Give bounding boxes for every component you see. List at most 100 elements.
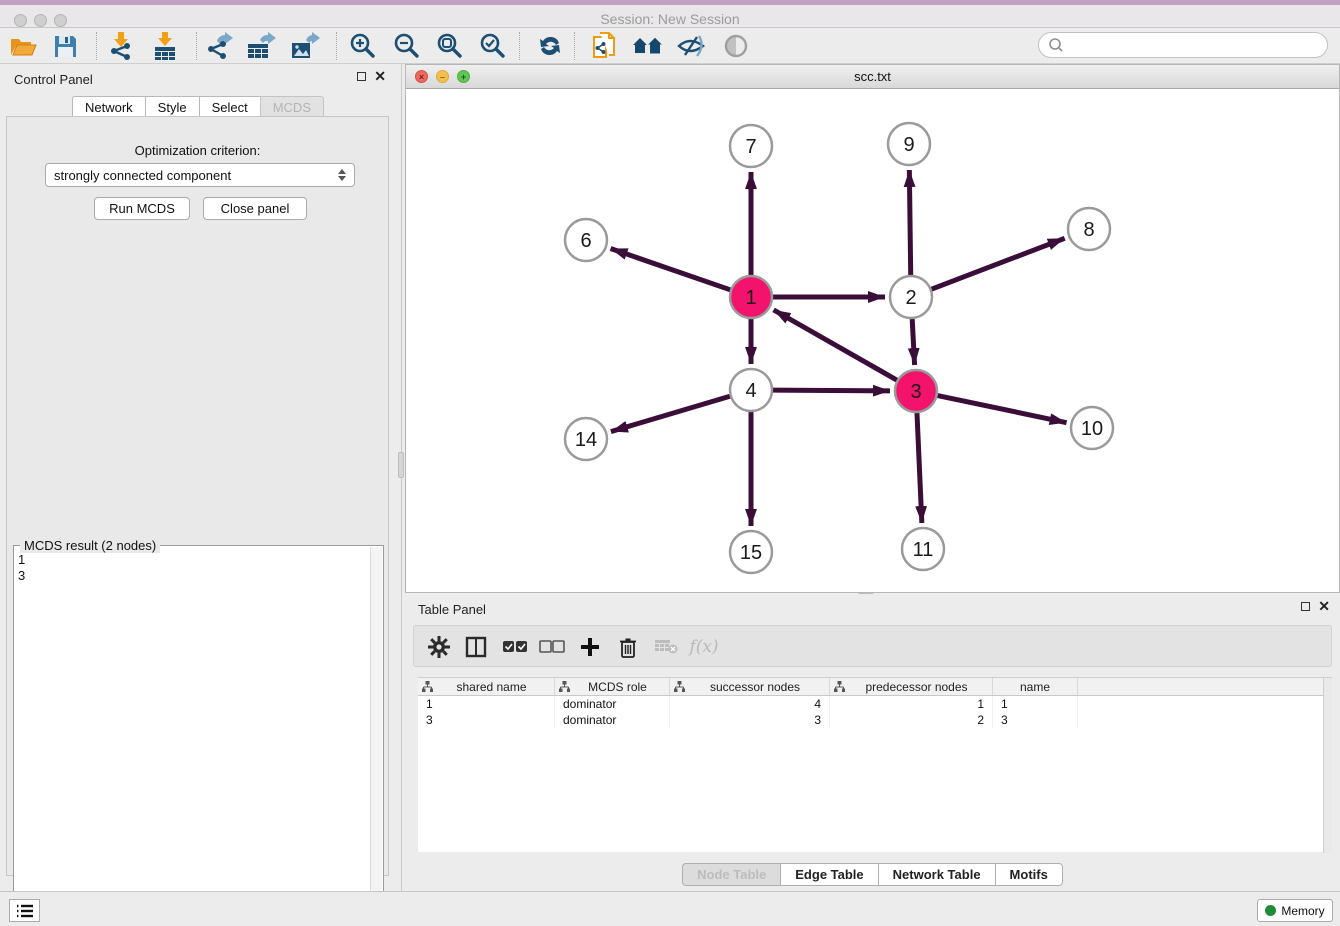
graph-node-label-10: 10 [1081, 418, 1103, 440]
table-cell[interactable]: 3 [418, 712, 555, 728]
delete-table-icon[interactable] [651, 632, 681, 662]
network-canvas[interactable]: 7968124314101511 [406, 89, 1339, 592]
mcds-result-text[interactable]: 1 3 [18, 552, 358, 918]
run-mcds-button[interactable]: Run MCDS [94, 197, 190, 220]
tab-node-table[interactable]: Node Table [682, 863, 780, 886]
criterion-value: strongly connected component [54, 168, 231, 183]
close-table-panel-icon[interactable]: ✕ [1318, 602, 1330, 611]
mcds-result-box: MCDS result (2 nodes) 1 3 [13, 545, 384, 925]
tab-network-table[interactable]: Network Table [878, 863, 995, 886]
memory-label: Memory [1281, 904, 1324, 918]
clone-network-icon[interactable] [587, 31, 621, 61]
table-cell[interactable]: dominator [555, 696, 670, 712]
tab-edge-table[interactable]: Edge Table [780, 863, 877, 886]
search-box[interactable] [1038, 32, 1328, 58]
network-view-window: × – + scc.txt 7968124314101511 [405, 64, 1340, 593]
table-cell[interactable]: 2 [830, 712, 993, 728]
zoom-selected-icon[interactable] [475, 31, 509, 61]
graph-node-label-14: 14 [575, 429, 597, 451]
column-header-shared-name[interactable]: shared name [418, 678, 555, 695]
select-all-columns-icon[interactable] [500, 632, 530, 662]
search-input[interactable] [1069, 35, 1327, 55]
table-panel: Table Panel ✕ f(x) shared nameMCDS ro [405, 595, 1340, 891]
column-header-successor-nodes[interactable]: successor nodes [670, 678, 830, 695]
export-table-icon[interactable] [244, 31, 278, 61]
table-row[interactable]: 3dominator323 [418, 712, 1332, 728]
zoom-in-icon[interactable] [345, 31, 379, 61]
show-column-panel-icon[interactable] [461, 632, 491, 662]
toolbar-separator [574, 32, 575, 60]
delete-column-trash-icon[interactable] [613, 632, 643, 662]
task-history-button[interactable] [9, 899, 40, 922]
table-cell[interactable]: 4 [670, 696, 830, 712]
node-table: shared name MCDS role successor nodesprede… [418, 677, 1332, 852]
show-graphics-details-icon[interactable] [675, 31, 709, 61]
toolbar-separator [519, 32, 520, 60]
export-network-icon[interactable] [201, 31, 235, 61]
bird-eye-view-icon[interactable] [719, 31, 753, 61]
column-header-label: MCDS role [570, 680, 665, 694]
graph-edge-4-3[interactable] [773, 390, 890, 391]
graph-edge-2-3[interactable] [912, 319, 914, 365]
graph-node-label-1: 1 [745, 287, 756, 309]
zoom-out-icon[interactable] [389, 31, 423, 61]
apply-layout-icon[interactable] [533, 31, 567, 61]
graph-edge-1-6[interactable] [611, 248, 731, 289]
column-header-name[interactable]: name [993, 678, 1078, 695]
function-builder-icon[interactable]: f(x) [689, 632, 719, 662]
toolbar-separator [96, 32, 97, 60]
search-icon [1045, 36, 1069, 54]
table-tabs: Node Table Edge Table Network Table Moti… [405, 863, 1340, 886]
table-cell[interactable]: 1 [993, 696, 1078, 712]
save-session-icon[interactable] [48, 31, 82, 61]
graph-edge-3-1[interactable] [774, 310, 897, 380]
mcds-panel: Optimization criterion: strongly connect… [6, 116, 389, 876]
column-header-MCDS-role[interactable]: MCDS role [555, 678, 670, 695]
table-row[interactable]: 1dominator411 [418, 696, 1332, 712]
graph-node-label-4: 4 [745, 380, 756, 402]
float-table-panel-icon[interactable] [1301, 602, 1310, 611]
open-session-icon[interactable] [6, 31, 40, 61]
import-table-icon[interactable] [148, 31, 182, 61]
app-titlebar: Session: New Session [0, 0, 1340, 28]
graph-edge-3-10[interactable] [938, 396, 1067, 423]
close-panel-icon[interactable]: ✕ [374, 72, 386, 81]
graph-edge-2-9[interactable] [909, 170, 910, 275]
graph-node-label-7: 7 [745, 136, 756, 158]
splitter-handle[interactable] [398, 452, 404, 478]
mcds-result-scrollbar[interactable] [370, 547, 382, 923]
table-scrollbar[interactable] [1323, 678, 1332, 853]
table-cell[interactable]: dominator [555, 712, 670, 728]
network-window-titlebar[interactable]: × – + scc.txt [406, 65, 1339, 89]
import-network-icon[interactable] [103, 31, 137, 61]
table-body: 1dominator4113dominator323 [418, 696, 1332, 728]
optimization-criterion-label: Optimization criterion: [7, 143, 388, 158]
zoom-fit-icon[interactable] [432, 31, 466, 61]
graph-edge-3-11[interactable] [917, 413, 922, 523]
create-column-icon[interactable] [575, 632, 605, 662]
column-tree-icon [422, 681, 433, 692]
float-panel-icon[interactable] [357, 72, 366, 81]
table-cell[interactable]: 1 [830, 696, 993, 712]
export-image-icon[interactable] [288, 31, 322, 61]
graph-node-label-8: 8 [1083, 219, 1094, 241]
column-header-predecessor-nodes[interactable]: predecessor nodes [830, 678, 993, 695]
main-toolbar [0, 28, 1340, 64]
memory-button[interactable]: Memory [1257, 899, 1333, 922]
close-panel-button[interactable]: Close panel [203, 197, 307, 220]
table-settings-gear-icon[interactable] [424, 632, 454, 662]
memory-status-icon [1265, 905, 1276, 916]
table-cell[interactable]: 3 [670, 712, 830, 728]
status-bar: Memory [0, 891, 1340, 926]
manage-networks-icon[interactable] [631, 31, 665, 61]
window-title: Session: New Session [0, 11, 1340, 27]
graph-edge-2-8[interactable] [932, 238, 1065, 289]
unselect-all-columns-icon[interactable] [537, 632, 567, 662]
table-cell[interactable]: 1 [418, 696, 555, 712]
table-cell[interactable]: 3 [993, 712, 1078, 728]
graph-node-label-6: 6 [580, 230, 591, 252]
criterion-dropdown[interactable]: strongly connected component [45, 163, 355, 187]
tab-motifs[interactable]: Motifs [995, 863, 1063, 886]
table-panel-title: Table Panel [418, 602, 486, 617]
graph-edge-4-14[interactable] [611, 396, 730, 431]
